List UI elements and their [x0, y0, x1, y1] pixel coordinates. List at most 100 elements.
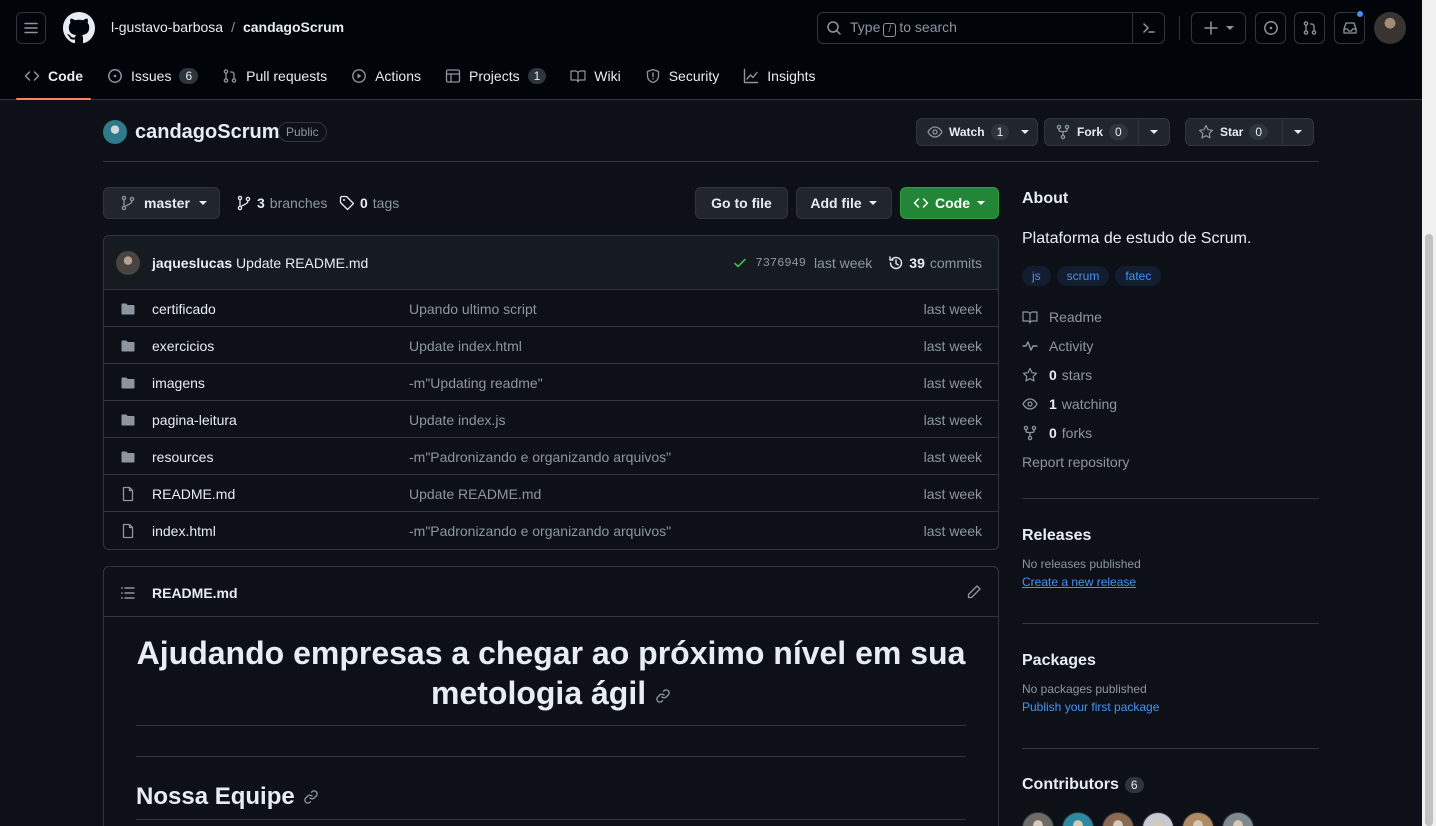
- star-button[interactable]: Star 0: [1185, 118, 1315, 146]
- tab-code[interactable]: Code: [16, 58, 91, 100]
- pull-requests-button[interactable]: [1294, 12, 1325, 44]
- tags-link[interactable]: 0 tags: [339, 195, 399, 211]
- issues-button[interactable]: [1255, 12, 1286, 44]
- activity-link-label: Activity: [1049, 337, 1094, 354]
- file-name[interactable]: certificado: [152, 301, 216, 317]
- file-commit-message[interactable]: Update index.js: [409, 412, 506, 428]
- tab-insights[interactable]: Insights: [735, 58, 823, 94]
- watch-button[interactable]: Watch 1: [916, 118, 1039, 146]
- tab-counter: 1: [527, 68, 547, 84]
- pencil-icon[interactable]: [966, 584, 982, 600]
- book-icon: [570, 70, 586, 83]
- file-name[interactable]: index.html: [152, 523, 216, 539]
- tab-security[interactable]: Security: [637, 58, 728, 94]
- contributor-avatar[interactable]: [1022, 812, 1054, 826]
- file-row: exercicios Update index.html last week: [104, 327, 998, 364]
- add-file-button[interactable]: Add file: [796, 187, 892, 219]
- folder-icon: [121, 340, 135, 352]
- create-release-link[interactable]: Create a new release: [1022, 575, 1319, 589]
- forks-label: forks: [1061, 424, 1093, 441]
- code-button[interactable]: Code: [900, 187, 999, 219]
- watch-dropdown[interactable]: [1013, 119, 1037, 145]
- sidebar-divider: [1022, 748, 1319, 749]
- forks-link[interactable]: 0 forks: [1022, 418, 1319, 447]
- commits-link[interactable]: 39 commits: [888, 255, 982, 271]
- watching-link[interactable]: 1 watching: [1022, 389, 1319, 418]
- tab-issues[interactable]: Issues 6: [99, 58, 206, 94]
- readme-heading-1-text: Ajudando empresas a chegar ao próximo ní…: [136, 635, 966, 711]
- topic-tag[interactable]: fatec: [1115, 266, 1162, 286]
- issue-icon: [108, 69, 122, 83]
- fork-button[interactable]: Fork 0: [1044, 118, 1170, 146]
- file-commit-message[interactable]: -m"Padronizando e organizando arquivos": [409, 449, 671, 465]
- report-repository-link[interactable]: Report repository: [1022, 447, 1319, 476]
- releases-title[interactable]: Releases: [1022, 527, 1319, 545]
- search-icon: [827, 21, 841, 35]
- publish-package-link[interactable]: Publish your first package: [1022, 700, 1319, 714]
- repo-title[interactable]: candagoScrum: [135, 121, 279, 144]
- contributors-title[interactable]: Contributors: [1022, 776, 1119, 794]
- file-name[interactable]: README.md: [152, 486, 235, 502]
- branches-link[interactable]: 3 branches: [236, 195, 327, 211]
- stars-link[interactable]: 0 stars: [1022, 360, 1319, 389]
- commit-message[interactable]: Update README.md: [236, 255, 368, 271]
- commit-author-avatar[interactable]: [116, 251, 140, 275]
- commit-summary: jaqueslucas Update README.md: [152, 255, 368, 271]
- tab-label: Actions: [375, 68, 422, 84]
- fork-dropdown[interactable]: [1139, 119, 1169, 145]
- file-commit-message[interactable]: -m"Padronizando e organizando arquivos": [409, 523, 671, 539]
- star-dropdown[interactable]: [1283, 119, 1313, 145]
- link-icon[interactable]: [655, 688, 671, 704]
- file-name[interactable]: pagina-leitura: [152, 412, 237, 428]
- notification-dot: [1356, 10, 1364, 18]
- branch-selector[interactable]: master: [103, 187, 220, 219]
- create-new-button[interactable]: [1191, 12, 1246, 44]
- contributor-avatars: [1022, 812, 1319, 826]
- file-commit-message[interactable]: Upando ultimo script: [409, 301, 537, 317]
- scrollbar-thumb[interactable]: [1425, 234, 1433, 826]
- tab-label: Security: [668, 68, 720, 84]
- folder-icon: [121, 414, 135, 426]
- page-scrollbar[interactable]: [1422, 0, 1436, 826]
- topic-tag[interactable]: js: [1022, 266, 1051, 286]
- file-commit-message[interactable]: -m"Updating readme": [409, 375, 543, 391]
- contributor-avatar[interactable]: [1142, 812, 1174, 826]
- tab-pull-requests[interactable]: Pull requests: [214, 58, 335, 94]
- check-icon[interactable]: [732, 255, 748, 271]
- owner-link[interactable]: l-gustavo-barbosa: [111, 19, 223, 35]
- user-avatar[interactable]: [1374, 12, 1406, 44]
- issue-icon: [1263, 21, 1278, 35]
- file-commit-message[interactable]: Update README.md: [409, 486, 541, 502]
- repo-link[interactable]: candagoScrum: [243, 19, 344, 35]
- packages-title[interactable]: Packages: [1022, 652, 1319, 670]
- github-logo-icon[interactable]: [63, 12, 95, 44]
- commit-author[interactable]: jaqueslucas: [152, 255, 232, 271]
- contributor-avatar[interactable]: [1222, 812, 1254, 826]
- list-unordered-icon[interactable]: [120, 585, 136, 601]
- contributor-avatar[interactable]: [1062, 812, 1094, 826]
- readme-filename[interactable]: README.md: [152, 585, 238, 601]
- file-name[interactable]: resources: [152, 449, 213, 465]
- tab-wiki[interactable]: Wiki: [562, 58, 628, 94]
- contributor-avatar[interactable]: [1182, 812, 1214, 826]
- repo-owner-avatar[interactable]: [103, 120, 127, 144]
- file-name[interactable]: exercicios: [152, 338, 214, 354]
- go-to-file-button[interactable]: Go to file: [695, 187, 788, 219]
- link-icon[interactable]: [303, 789, 319, 805]
- readme-link[interactable]: Readme: [1022, 302, 1319, 331]
- search-input[interactable]: Type / to search: [817, 12, 1165, 44]
- command-palette-button[interactable]: [1132, 12, 1164, 44]
- menu-button[interactable]: [16, 12, 46, 44]
- stars-label: stars: [1061, 366, 1093, 383]
- topic-tag[interactable]: scrum: [1056, 266, 1110, 286]
- folder-icon: [121, 451, 135, 463]
- tab-projects[interactable]: Projects 1: [437, 58, 554, 94]
- file-name[interactable]: imagens: [152, 375, 205, 391]
- file-commit-message[interactable]: Update index.html: [409, 338, 522, 354]
- activity-link[interactable]: Activity: [1022, 331, 1319, 360]
- file-date: last week: [923, 301, 982, 317]
- commit-sha[interactable]: 7376949: [756, 256, 806, 270]
- tab-actions[interactable]: Actions: [343, 58, 429, 94]
- about-description: Plataforma de estudo de Scrum.: [1022, 230, 1252, 247]
- contributor-avatar[interactable]: [1102, 812, 1134, 826]
